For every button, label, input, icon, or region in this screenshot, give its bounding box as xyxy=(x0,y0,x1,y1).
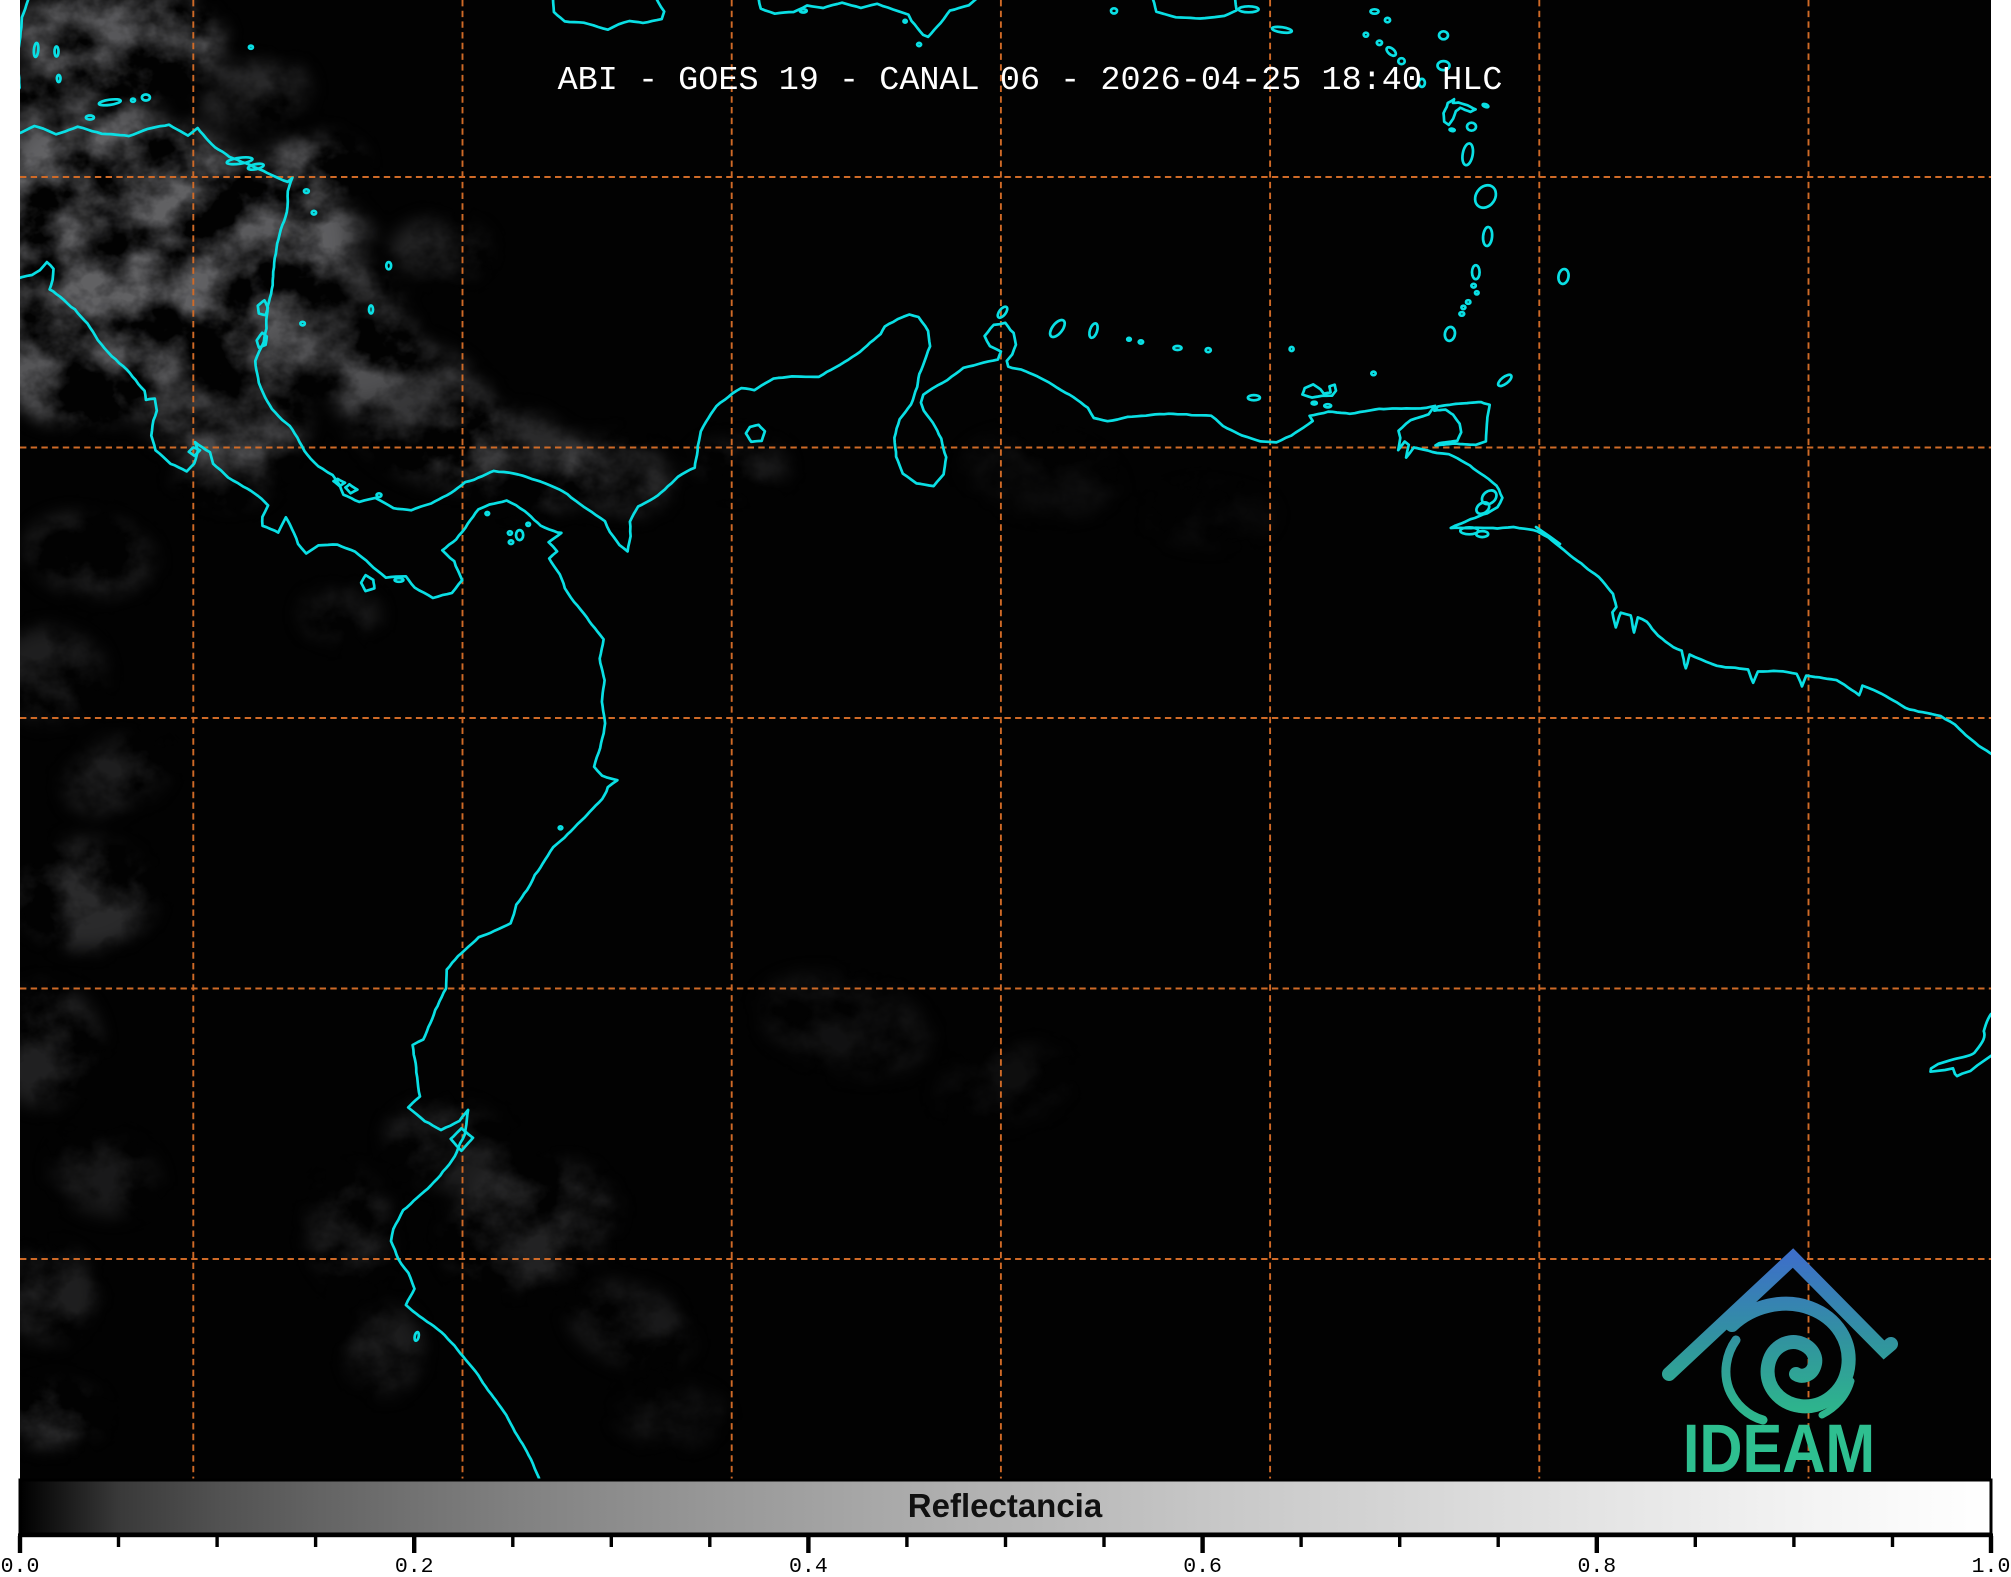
svg-text:0.2: 0.2 xyxy=(395,1555,434,1577)
svg-text:0.0: 0.0 xyxy=(1,1555,40,1577)
svg-text:0.4: 0.4 xyxy=(789,1555,828,1577)
svg-text:0.6: 0.6 xyxy=(1183,1555,1222,1577)
svg-text:0.8: 0.8 xyxy=(1577,1555,1616,1577)
svg-text:IDEAM: IDEAM xyxy=(1683,1410,1875,1487)
svg-text:Reflectancia: Reflectancia xyxy=(908,1487,1103,1524)
svg-text:1.0: 1.0 xyxy=(1972,1555,2011,1577)
svg-text:ABI - GOES 19 - CANAL 06 - 202: ABI - GOES 19 - CANAL 06 - 2026-04-25 18… xyxy=(558,62,1503,100)
